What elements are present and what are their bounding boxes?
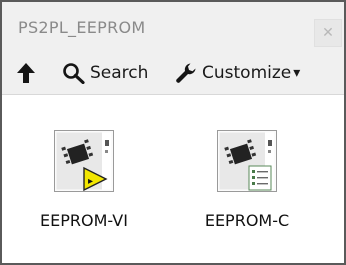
toolbar: Search Customize ▾ (2, 52, 344, 95)
chip-vi-icon: ▸ (54, 130, 114, 192)
title-bar[interactable]: PS2PL_EEPROM ✕ (2, 2, 344, 52)
palette-item-label: EEPROM-VI (40, 211, 128, 230)
chip-c-icon (217, 130, 277, 192)
up-button[interactable] (16, 52, 36, 94)
search-label: Search (90, 63, 149, 83)
wrench-icon (176, 63, 196, 83)
svg-text:▸: ▸ (88, 176, 93, 187)
search-button[interactable]: Search (62, 52, 148, 94)
close-button[interactable]: ✕ (314, 19, 342, 47)
search-icon (63, 63, 85, 84)
arrow-up-icon (17, 63, 35, 83)
palette-content: ▸ EEPROM-VI EEPROM-C (2, 95, 344, 263)
window-title: PS2PL_EEPROM (18, 18, 146, 37)
close-icon: ✕ (322, 25, 334, 41)
customize-menu-button[interactable]: Customize ▾ (174, 52, 300, 94)
palette-item-eeprom-c[interactable]: EEPROM-C (187, 130, 307, 230)
customize-label: Customize (202, 63, 292, 83)
palette-item-eeprom-vi[interactable]: ▸ EEPROM-VI (24, 130, 144, 230)
palette-window: PS2PL_EEPROM ✕ Search Customize ▾ ▸ EEPR… (0, 0, 346, 265)
chevron-down-icon: ▾ (293, 65, 301, 81)
palette-item-label: EEPROM-C (204, 211, 290, 230)
